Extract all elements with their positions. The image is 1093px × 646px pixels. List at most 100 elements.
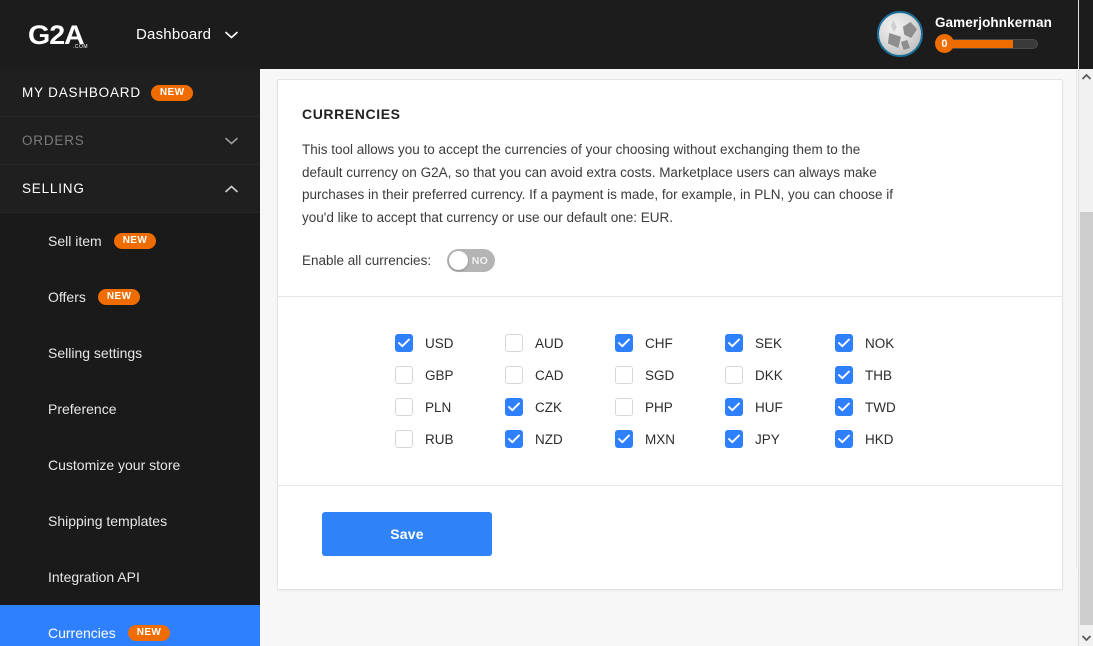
- toggle-state-label: NO: [472, 255, 488, 267]
- sidebar-item-label: Integration API: [48, 569, 140, 585]
- currency-label: JPY: [755, 432, 780, 447]
- currency-label: NOK: [865, 336, 894, 351]
- currency-checkbox-usd[interactable]: [395, 334, 413, 352]
- currency-option-mxn[interactable]: MXN: [615, 423, 725, 455]
- currency-checkbox-pln[interactable]: [395, 398, 413, 416]
- sidebar-item-label: Shipping templates: [48, 513, 167, 529]
- currency-checkbox-thb[interactable]: [835, 366, 853, 384]
- chevron-down-icon[interactable]: [225, 137, 238, 145]
- currency-label: RUB: [425, 432, 454, 447]
- currency-label: DKK: [755, 368, 783, 383]
- sidebar-section-label: ORDERS: [22, 133, 85, 148]
- currency-option-cad[interactable]: CAD: [505, 359, 615, 391]
- enable-all-row: Enable all currencies: NO: [302, 249, 1038, 272]
- currency-option-chf[interactable]: CHF: [615, 327, 725, 359]
- currencies-card-header: CURRENCIES This tool allows you to accep…: [278, 80, 1062, 296]
- badge-new: NEW: [151, 85, 194, 101]
- level-progress-fill: [950, 40, 1013, 48]
- sidebar-item-integration-api[interactable]: Integration API: [0, 549, 260, 605]
- currency-option-sek[interactable]: SEK: [725, 327, 835, 359]
- sidebar-item-currencies[interactable]: Currencies NEW: [0, 605, 260, 646]
- currency-option-php[interactable]: PHP: [615, 391, 725, 423]
- username: Gamerjohnkernan: [935, 15, 1052, 30]
- sidebar-section-selling[interactable]: SELLING: [0, 165, 260, 213]
- currency-option-pln[interactable]: PLN: [395, 391, 505, 423]
- currency-label: CZK: [535, 400, 562, 415]
- currency-option-twd[interactable]: TWD: [835, 391, 945, 423]
- sidebar-section-my-dashboard[interactable]: MY DASHBOARD NEW: [0, 69, 260, 117]
- avatar[interactable]: [877, 11, 923, 57]
- app-root: G2A .COM Dashboard Gamerjohnkernan 0: [0, 0, 1093, 646]
- currency-checkbox-dkk[interactable]: [725, 366, 743, 384]
- currency-option-hkd[interactable]: HKD: [835, 423, 945, 455]
- nav-title[interactable]: Dashboard: [136, 26, 211, 43]
- badge-new: NEW: [128, 625, 171, 641]
- sidebar-item-customize-your-store[interactable]: Customize your store: [0, 437, 260, 493]
- scroll-up-arrow-icon[interactable]: [1079, 69, 1093, 85]
- currency-checkbox-gbp[interactable]: [395, 366, 413, 384]
- sidebar-item-selling-settings[interactable]: Selling settings: [0, 325, 260, 381]
- save-section: Save: [278, 486, 1062, 589]
- chevron-down-icon[interactable]: [225, 31, 238, 39]
- currency-label: USD: [425, 336, 454, 351]
- level-progress-bar: [949, 39, 1038, 49]
- currency-option-rub[interactable]: RUB: [395, 423, 505, 455]
- currency-checkbox-czk[interactable]: [505, 398, 523, 416]
- currency-option-nzd[interactable]: NZD: [505, 423, 615, 455]
- currency-checkbox-sek[interactable]: [725, 334, 743, 352]
- sidebar-item-preference[interactable]: Preference: [0, 381, 260, 437]
- currency-checkbox-php[interactable]: [615, 398, 633, 416]
- currencies-grid-wrap: USD AUD CHF SEK NOK GBP CAD SGD DKK THB PLN CZK PHP H…: [278, 297, 1062, 485]
- user-profile[interactable]: Gamerjohnkernan 0: [877, 11, 1052, 57]
- currency-label: MXN: [645, 432, 675, 447]
- currency-label: CHF: [645, 336, 673, 351]
- scroll-down-arrow-icon[interactable]: [1079, 630, 1093, 646]
- currency-label: SGD: [645, 368, 674, 383]
- currency-option-thb[interactable]: THB: [835, 359, 945, 391]
- enable-all-toggle[interactable]: NO: [447, 249, 495, 272]
- currency-checkbox-aud[interactable]: [505, 334, 523, 352]
- currency-option-usd[interactable]: USD: [395, 327, 505, 359]
- badge-new: NEW: [114, 233, 157, 249]
- currency-checkbox-chf[interactable]: [615, 334, 633, 352]
- currency-label: NZD: [535, 432, 563, 447]
- sidebar-item-label: Sell item: [48, 233, 102, 249]
- currency-option-gbp[interactable]: GBP: [395, 359, 505, 391]
- currency-label: CAD: [535, 368, 564, 383]
- currency-option-jpy[interactable]: JPY: [725, 423, 835, 455]
- currency-checkbox-cad[interactable]: [505, 366, 523, 384]
- browser-scrollbar[interactable]: [1078, 0, 1093, 646]
- currency-option-nok[interactable]: NOK: [835, 327, 945, 359]
- g2a-logo[interactable]: G2A .COM: [28, 22, 90, 48]
- sidebar-item-label: Offers: [48, 289, 86, 305]
- currency-checkbox-huf[interactable]: [725, 398, 743, 416]
- currency-checkbox-jpy[interactable]: [725, 430, 743, 448]
- currency-checkbox-hkd[interactable]: [835, 430, 853, 448]
- currency-option-aud[interactable]: AUD: [505, 327, 615, 359]
- currency-label: GBP: [425, 368, 454, 383]
- sidebar-item-label: Currencies: [48, 625, 116, 641]
- sidebar-item-shipping-templates[interactable]: Shipping templates: [0, 493, 260, 549]
- currency-checkbox-nzd[interactable]: [505, 430, 523, 448]
- currency-option-dkk[interactable]: DKK: [725, 359, 835, 391]
- currency-checkbox-twd[interactable]: [835, 398, 853, 416]
- logo-subtext: .COM: [73, 44, 88, 50]
- currency-checkbox-nok[interactable]: [835, 334, 853, 352]
- sidebar-section-orders[interactable]: ORDERS: [0, 117, 260, 165]
- save-button[interactable]: Save: [322, 512, 492, 556]
- currency-checkbox-mxn[interactable]: [615, 430, 633, 448]
- currency-label: PHP: [645, 400, 673, 415]
- sidebar-section-label: MY DASHBOARD: [22, 85, 141, 100]
- sidebar-item-sell-item[interactable]: Sell item NEW: [0, 213, 260, 269]
- sidebar-item-offers[interactable]: Offers NEW: [0, 269, 260, 325]
- currency-option-sgd[interactable]: SGD: [615, 359, 725, 391]
- sidebar-selling-items: Sell item NEW Offers NEW Selling setting…: [0, 213, 260, 646]
- currency-checkbox-sgd[interactable]: [615, 366, 633, 384]
- scrollbar-thumb[interactable]: [1080, 212, 1093, 625]
- currency-label: HKD: [865, 432, 894, 447]
- currency-label: THB: [865, 368, 892, 383]
- chevron-up-icon[interactable]: [225, 185, 238, 193]
- currency-option-czk[interactable]: CZK: [505, 391, 615, 423]
- currency-option-huf[interactable]: HUF: [725, 391, 835, 423]
- currency-checkbox-rub[interactable]: [395, 430, 413, 448]
